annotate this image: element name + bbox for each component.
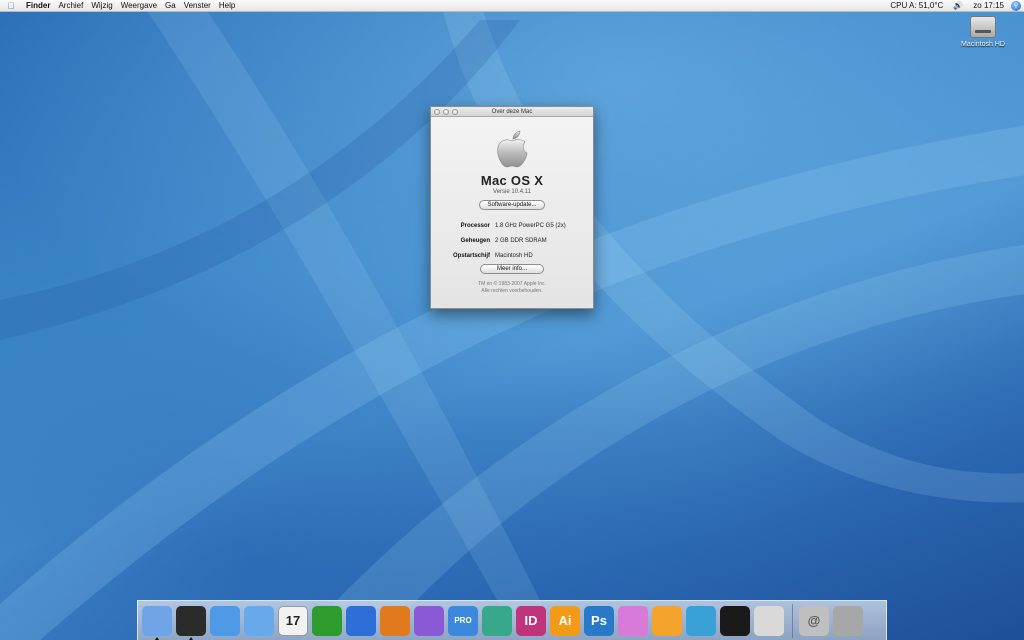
desktop-hd-icon[interactable]: Macintosh HD <box>955 16 1011 48</box>
illustrator-icon[interactable]: Ai <box>550 605 580 636</box>
running-indicator <box>155 636 159 640</box>
spec-label: Opstartschijf <box>452 252 490 259</box>
excel-icon[interactable] <box>312 605 342 636</box>
cpu-temperature[interactable]: CPU A: 51,0°C <box>885 1 948 10</box>
spec-label: Processor <box>460 222 490 229</box>
menu-ga[interactable]: Ga <box>161 0 180 12</box>
speaker-icon[interactable]: 🔊 <box>948 1 968 10</box>
copyright-line: Alle rechten voorbehouden. <box>481 288 543 294</box>
entourage-icon[interactable] <box>414 605 444 636</box>
menu-wijzig[interactable]: Wijzig <box>87 0 116 12</box>
apple-logo-icon <box>497 130 528 168</box>
quicktime-pro-icon[interactable]: PRO <box>448 605 478 636</box>
os-name: Mac OS X <box>480 173 544 188</box>
menu-venster[interactable]: Venster <box>180 0 215 12</box>
network-icon[interactable] <box>482 605 512 636</box>
menu-help[interactable]: Help <box>215 0 239 12</box>
safari-icon[interactable] <box>210 605 240 636</box>
copyright-line: TM en © 1983-2007 Apple Inc. <box>478 281 546 287</box>
running-indicator <box>189 636 193 640</box>
menu-weergave[interactable]: Weergave <box>117 0 161 12</box>
copyright: TM en © 1983-2007 Apple Inc. Alle rechte… <box>431 281 593 295</box>
preview-eye-icon[interactable] <box>720 605 750 636</box>
window-title: Over deze Mac <box>491 108 533 115</box>
hd-label: Macintosh HD <box>961 41 1005 48</box>
software-update-button[interactable]: Software-update... <box>479 200 545 210</box>
os-version: Versie 10.4.11 <box>493 189 531 195</box>
window-titlebar[interactable]: Over deze Mac <box>431 107 593 117</box>
spotlight-icon[interactable]: ⚲ <box>1011 0 1021 11</box>
menu-archief[interactable]: Archief <box>54 0 87 12</box>
ical-icon[interactable]: 17 <box>278 605 308 636</box>
apple-icon[interactable]:  <box>0 1 22 11</box>
powerpoint-icon[interactable] <box>380 605 410 636</box>
dock-separator <box>792 603 793 638</box>
photoshop-icon[interactable]: Ps <box>584 605 614 636</box>
itunes-icon[interactable] <box>244 605 274 636</box>
spec-value: Macintosh HD <box>495 252 533 259</box>
spec-row-startup-disk: Opstartschijf Macintosh HD <box>431 248 593 263</box>
spec-value: 1.8 GHz PowerPC G5 (2x) <box>495 222 566 229</box>
menu-extras: CPU A: 51,0°C 🔊 zo 17:15 ⚲ <box>885 0 1024 12</box>
mail-icon[interactable]: @ <box>799 605 829 636</box>
menu-finder[interactable]: Finder <box>22 0 54 12</box>
indesign-icon[interactable]: ID <box>516 605 546 636</box>
finder-icon[interactable] <box>142 605 172 640</box>
flower-icon[interactable] <box>652 605 682 636</box>
spec-row-processor: Processor 1.8 GHz PowerPC G5 (2x) <box>431 218 593 233</box>
word-icon[interactable] <box>346 605 376 636</box>
more-info-button[interactable]: Meer info... <box>480 264 544 274</box>
menu-bar:  Finder Archief Wijzig Weergave Ga Vens… <box>0 0 1024 12</box>
menu-clock[interactable]: zo 17:15 <box>968 1 1009 10</box>
wallpaper-streaks <box>0 0 1024 640</box>
apple-info-icon[interactable] <box>754 605 784 636</box>
dock: 17 PRO ID Ai Ps @ <box>137 600 887 640</box>
spec-row-memory: Geheugen 2 GB DDR SDRAM <box>431 233 593 248</box>
about-window: Over deze Mac Mac OS X Versie 10.4.11 So… <box>430 106 594 309</box>
spec-value: 2 GB DDR SDRAM <box>495 237 547 244</box>
butterfly-icon[interactable] <box>618 605 648 636</box>
trash-icon[interactable] <box>833 605 863 636</box>
spec-label: Geheugen <box>460 237 490 244</box>
hard-drive-icon <box>970 16 996 38</box>
dashboard-icon[interactable] <box>176 605 206 640</box>
spec-list: Processor 1.8 GHz PowerPC G5 (2x) Geheug… <box>431 218 593 263</box>
feather-icon[interactable] <box>686 605 716 636</box>
